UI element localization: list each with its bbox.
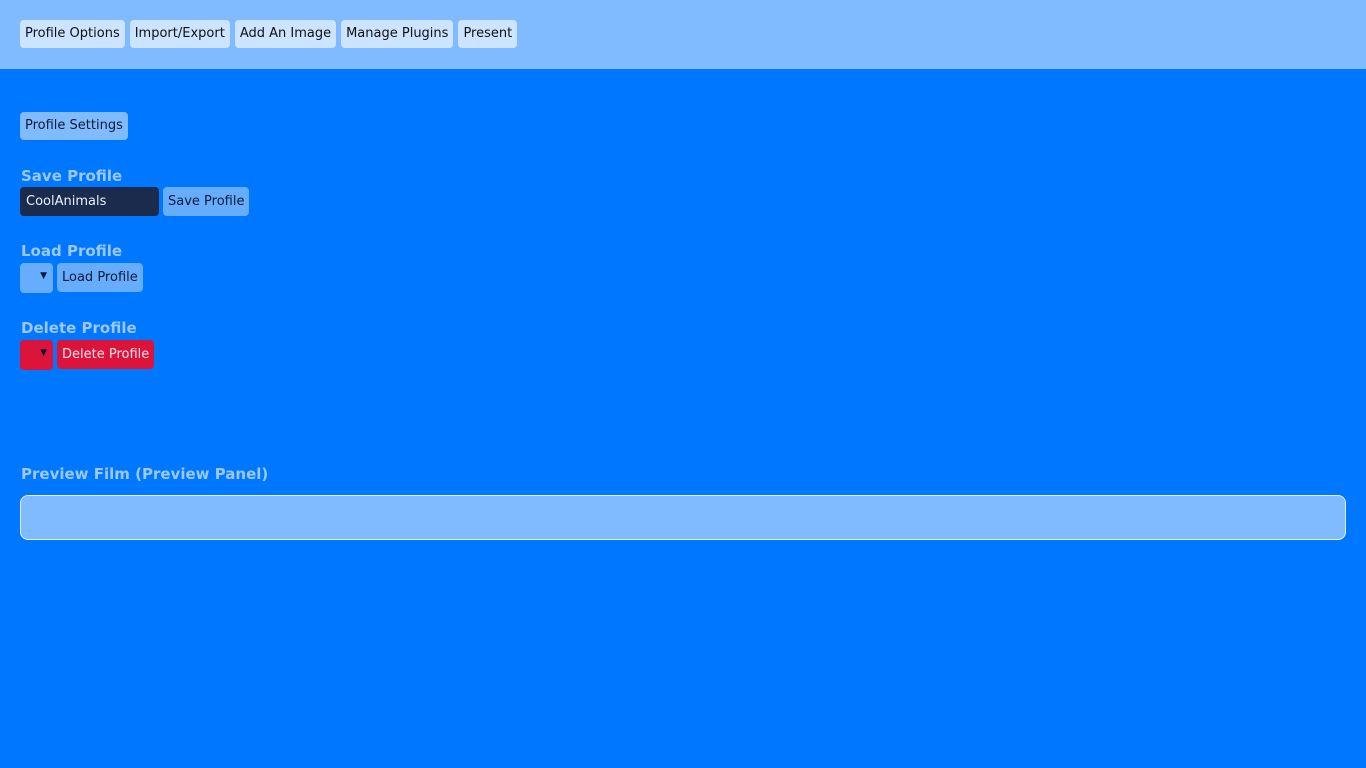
present-button[interactable]: Present	[458, 20, 518, 48]
save-profile-button[interactable]: Save Profile	[163, 187, 250, 216]
load-profile-select[interactable]: ▼	[20, 263, 53, 293]
delete-profile-select[interactable]: ▼	[20, 340, 53, 370]
delete-profile-button[interactable]: Delete Profile	[57, 340, 155, 369]
load-profile-button[interactable]: Load Profile	[57, 263, 143, 292]
chevron-down-icon: ▼	[40, 348, 47, 358]
delete-profile-heading: Delete Profile	[21, 319, 137, 337]
preview-panel-heading: Preview Film (Preview Panel)	[21, 465, 269, 483]
profile-options-button[interactable]: Profile Options	[20, 20, 125, 48]
import-export-button[interactable]: Import/Export	[129, 20, 230, 48]
preview-panel[interactable]	[20, 495, 1346, 540]
profile-name-input[interactable]	[20, 187, 159, 216]
add-image-button[interactable]: Add An Image	[234, 20, 337, 48]
manage-plugins-button[interactable]: Manage Plugins	[341, 20, 454, 48]
main-nav: Profile Options Import/Export Add An Ima…	[20, 20, 518, 48]
top-toolbar: Profile Options Import/Export Add An Ima…	[0, 0, 1366, 69]
chevron-down-icon: ▼	[40, 271, 47, 281]
save-profile-heading: Save Profile	[21, 167, 123, 185]
profile-settings-button[interactable]: Profile Settings	[20, 112, 128, 140]
load-profile-heading: Load Profile	[21, 242, 123, 260]
